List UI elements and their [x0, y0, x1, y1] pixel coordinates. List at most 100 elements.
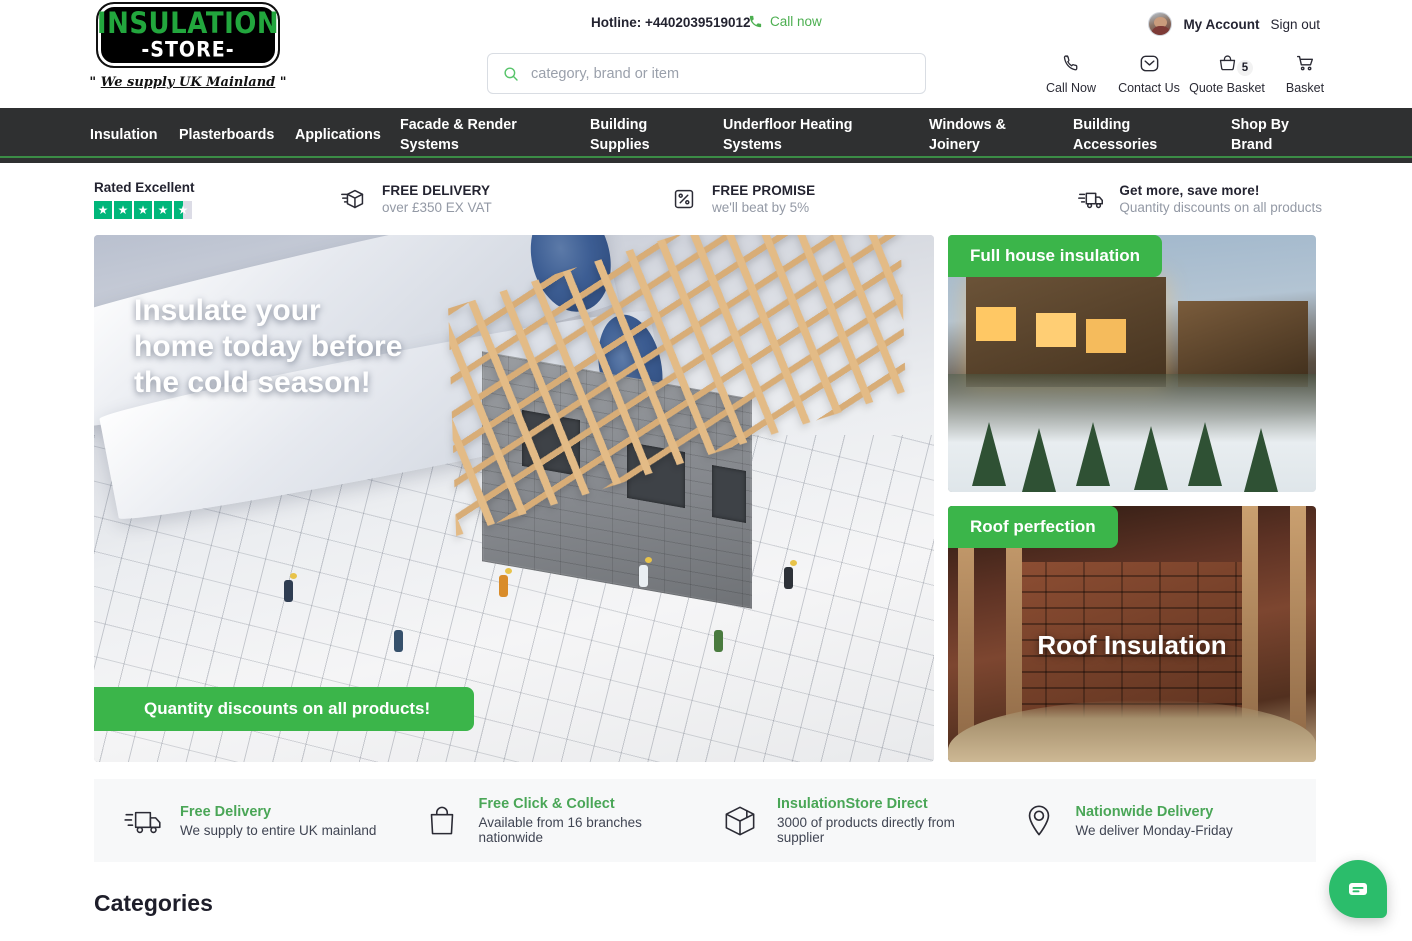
logo-tagline-close: ": [275, 75, 287, 90]
figure: [394, 630, 403, 652]
utility-label: Quote Basket: [1189, 81, 1265, 95]
search-input[interactable]: [531, 65, 911, 82]
hero-section: Insulate your home today before the cold…: [0, 235, 1412, 762]
benefit-subtitle: Quantity discounts on all products: [1119, 200, 1322, 215]
search-bar[interactable]: [487, 53, 926, 94]
sign-out-link[interactable]: Sign out: [1270, 17, 1320, 32]
house-illustration: [1178, 301, 1308, 387]
map-pin-icon: [1028, 804, 1049, 835]
insulation-wool-illustration: [948, 700, 1316, 762]
feature-title: Free Delivery: [180, 803, 272, 820]
logo-badge: INSULATION -STORE-: [96, 2, 280, 68]
benefit-subtitle: over £350 EX VAT: [382, 200, 492, 215]
feature-subtitle: Available from 16 branches nationwide: [478, 815, 642, 845]
nav-item-plasterboards[interactable]: Plasterboards: [179, 126, 295, 146]
nav-item-applications[interactable]: Applications: [295, 126, 400, 146]
site-logo[interactable]: INSULATION -STORE- " We supply UK Mainla…: [88, 2, 288, 90]
nav-item-insulation[interactable]: Insulation: [90, 126, 179, 146]
feature-title: Nationwide Delivery: [1075, 803, 1214, 820]
features-strip: Free Delivery We supply to entire UK mai…: [94, 779, 1316, 862]
chat-widget-button[interactable]: [1329, 860, 1387, 918]
benefit-free-promise: FREE PROMISE we'll beat by 5%: [669, 183, 1024, 215]
account-area: My Account Sign out: [1148, 12, 1320, 36]
utility-label: Call Now: [1045, 81, 1096, 95]
phone-outline-icon: [1032, 50, 1110, 76]
feature-free-delivery: Free Delivery We supply to entire UK mai…: [108, 800, 407, 842]
my-account-link[interactable]: My Account: [1183, 17, 1259, 32]
chat-bubble-icon: [1349, 883, 1367, 895]
logo-tagline-text: We supply UK Mainland: [100, 75, 276, 90]
figure-helmet: [645, 557, 652, 563]
figure: [284, 580, 293, 602]
nav-item-building-accessories[interactable]: Building Accessories: [1073, 116, 1231, 155]
shopping-bag-icon: [430, 806, 453, 834]
feature-nationwide-delivery: Nationwide Delivery We deliver Monday-Fr…: [1004, 800, 1303, 842]
bag-icon: 5: [1188, 50, 1266, 76]
avatar[interactable]: [1148, 12, 1173, 36]
feature-subtitle: We supply to entire UK mainland: [180, 822, 377, 838]
logo-tagline-open: ": [89, 75, 101, 90]
call-now-label: Call now: [770, 14, 822, 29]
phone-icon: [749, 15, 762, 28]
cart-icon: [1266, 50, 1344, 76]
delivery-truck-icon: [124, 811, 161, 833]
nav-item-windows-joinery[interactable]: Windows & Joinery: [929, 116, 1073, 155]
feature-click-and-collect: Free Click & Collect Available from 16 b…: [407, 796, 706, 845]
utility-contact-us[interactable]: Contact Us: [1110, 50, 1188, 95]
utility-label: Contact Us: [1118, 81, 1180, 95]
utility-label: Basket: [1285, 81, 1325, 95]
promo-chip[interactable]: Full house insulation: [948, 235, 1162, 277]
house-model-illustration: [412, 235, 932, 625]
utility-icons: Call Now Contact Us 5 Quote Basket Baske…: [1032, 50, 1344, 95]
benefit-subtitle: we'll beat by 5%: [712, 200, 810, 215]
nav-item-shop-by-brand[interactable]: Shop By Brand: [1231, 116, 1371, 155]
promo-card-roof-perfection[interactable]: Roof perfection Roof Insulation: [948, 505, 1316, 762]
logo-tagline: " We supply UK Mainland ": [88, 75, 288, 90]
star-icon: ★: [94, 200, 112, 219]
rating-block: Rated Excellent ★ ★ ★ ★ ★: [94, 180, 339, 219]
call-now-link[interactable]: Call now: [748, 14, 822, 29]
box-delivery-icon: [341, 189, 364, 209]
nav-item-facade-render-systems[interactable]: Facade & Render Systems: [400, 116, 590, 155]
truck-icon: [1078, 192, 1104, 209]
utility-basket[interactable]: Basket: [1266, 50, 1344, 95]
hotline-label: Hotline: +4402039519012: [591, 15, 751, 30]
rating-label: Rated Excellent: [94, 179, 195, 195]
star-half-icon: ★: [174, 200, 192, 219]
feature-title: Free Click & Collect: [478, 796, 615, 812]
star-icon: ★: [154, 200, 172, 219]
envelope-icon: [1110, 50, 1188, 76]
page-section-heading: Categories: [94, 890, 213, 916]
promo-card-full-house-insulation[interactable]: Full house insulation: [948, 235, 1316, 492]
nav-item-underfloor-heating[interactable]: Underfloor Heating Systems: [723, 116, 929, 155]
figure-helmet: [790, 560, 797, 566]
search-icon: [504, 66, 518, 81]
feature-title: InsulationStore Direct: [777, 796, 928, 812]
nav-item-building-supplies[interactable]: Building Supplies: [590, 116, 723, 155]
figure-helmet: [290, 573, 297, 579]
promo-chip[interactable]: Roof perfection: [948, 505, 1118, 548]
percent-tag-icon: [674, 189, 694, 209]
star-icon: ★: [134, 200, 152, 219]
package-box-icon: [725, 806, 755, 835]
rating-stars: ★ ★ ★ ★ ★: [94, 200, 339, 219]
logo-text-secondary: -STORE-: [141, 37, 235, 62]
figure: [714, 630, 723, 652]
benefit-free-delivery: FREE DELIVERY over £350 EX VAT: [339, 183, 669, 215]
hero-side-cards: Full house insulation Roof perfection Ro…: [948, 235, 1316, 762]
hero-headline: Insulate your home today before the cold…: [134, 294, 403, 399]
main-navigation: Insulation Plasterboards Applications Fa…: [0, 108, 1412, 163]
hero-cta-banner[interactable]: Quantity discounts on all products!: [94, 687, 475, 731]
feature-insulationstore-direct: InsulationStore Direct 3000 of products …: [705, 796, 1004, 845]
feature-subtitle: 3000 of products directly from supplier: [777, 815, 955, 845]
figure: [499, 575, 508, 597]
hero-banner[interactable]: Insulate your home today before the cold…: [94, 235, 934, 762]
utility-call-now[interactable]: Call Now: [1032, 50, 1110, 95]
benefits-strip: Rated Excellent ★ ★ ★ ★ ★ FREE DELIVERY …: [0, 163, 1412, 235]
quote-basket-badge: 5: [1237, 60, 1253, 76]
benefit-title: FREE PROMISE: [712, 183, 816, 198]
site-header: INSULATION -STORE- " We supply UK Mainla…: [0, 0, 1412, 108]
feature-subtitle: We deliver Monday-Friday: [1075, 822, 1233, 838]
benefit-title: Get more, save more!: [1119, 183, 1260, 198]
utility-quote-basket[interactable]: 5 Quote Basket: [1188, 50, 1266, 95]
